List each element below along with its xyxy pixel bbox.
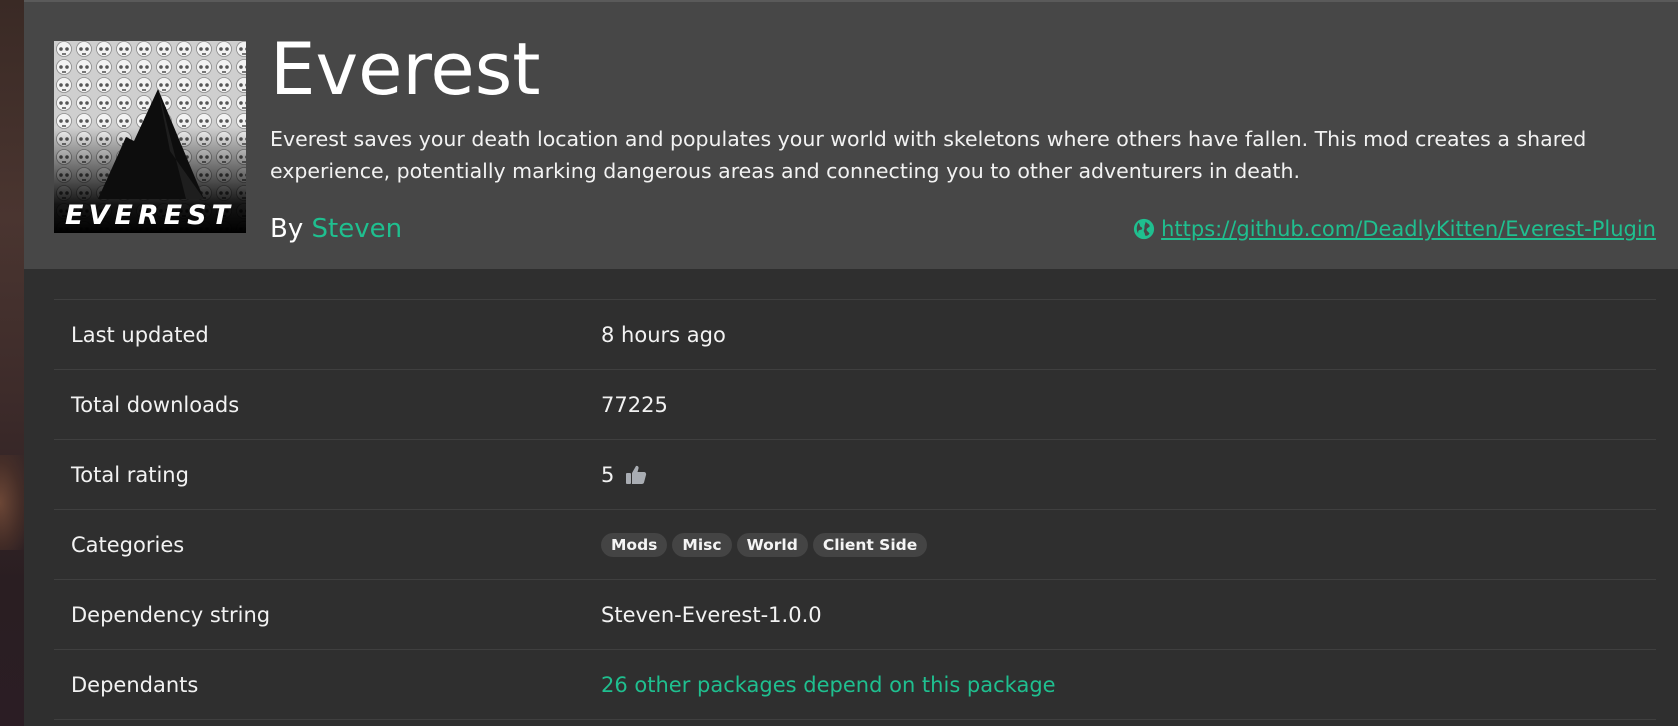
detail-row-categories: Categories Mods Misc World Client Side [54,510,1656,580]
category-tag[interactable]: World [736,533,808,557]
total-downloads-label: Total downloads [71,393,240,417]
package-logo: EVEREST [54,41,246,233]
package-author-line: By Steven [270,211,402,247]
website-link[interactable]: https://github.com/DeadlyKitten/Everest-… [1133,212,1656,246]
author-prefix: By [270,214,304,244]
detail-row-total-rating: Total rating 5 [54,440,1656,510]
category-tag[interactable]: Misc [672,533,732,557]
last-updated-value: 8 hours ago [601,323,726,347]
logo-wordmark: EVEREST [65,200,235,231]
author-link[interactable]: Steven [312,214,403,244]
detail-row-last-updated: Last updated 8 hours ago [54,300,1656,370]
globe-icon [1133,218,1155,240]
thumbs-up-icon[interactable] [624,463,648,487]
package-header: EVEREST Everest Everest saves your death… [24,0,1678,269]
categories-list: Mods Misc World Client Side [601,510,932,580]
last-updated-label: Last updated [71,323,209,347]
dependants-label: Dependants [71,673,199,697]
categories-label: Categories [71,533,185,557]
dependency-string-label: Dependency string [71,603,271,627]
detail-row-total-downloads: Total downloads 77225 [54,370,1656,440]
rating-count: 5 [601,463,615,487]
package-title: Everest [270,27,541,111]
category-tag[interactable]: Client Side [812,533,928,557]
total-rating-label: Total rating [71,463,189,487]
background-edge [0,0,24,726]
category-tag[interactable]: Mods [601,533,668,557]
dependants-value: 26 other packages depend on this package [601,650,1056,720]
package-details-table: Last updated 8 hours ago Total downloads… [54,299,1656,720]
total-rating-value: 5 [601,440,648,510]
total-downloads-value: 77225 [601,393,668,417]
detail-row-dependency-string: Dependency string Steven-Everest-1.0.0 [54,580,1656,650]
dependants-link[interactable]: 26 other packages depend on this package [601,673,1056,697]
dependency-string-value: Steven-Everest-1.0.0 [601,603,822,627]
website-url: https://github.com/DeadlyKitten/Everest-… [1161,217,1656,241]
package-description: Everest saves your death location and po… [270,127,1587,183]
package-detail-page: EVEREST Everest Everest saves your death… [0,0,1678,726]
package-panel: EVEREST Everest Everest saves your death… [24,0,1678,726]
detail-row-dependants: Dependants 26 other packages depend on t… [54,650,1656,720]
